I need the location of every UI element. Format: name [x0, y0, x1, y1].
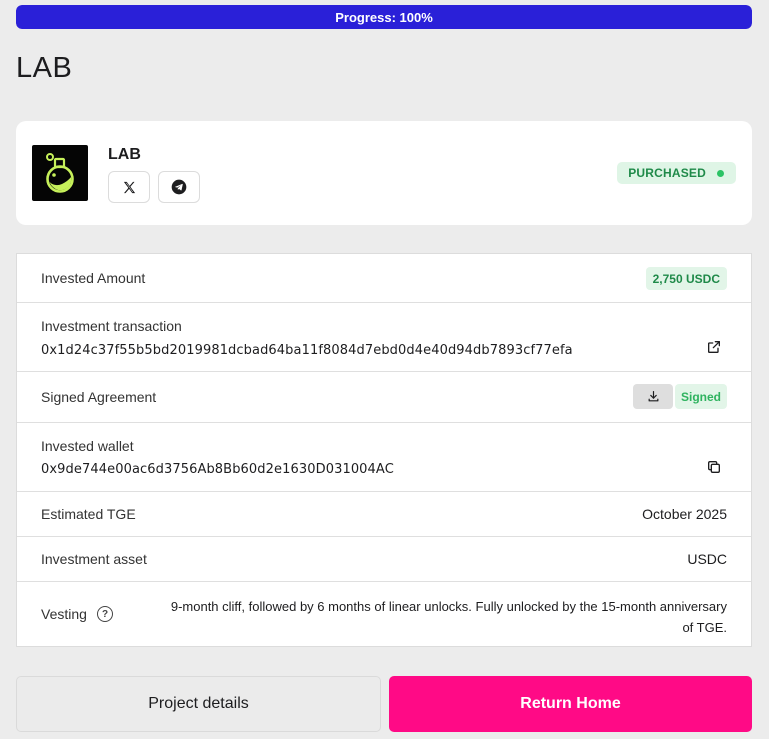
x-twitter-icon — [123, 181, 135, 193]
flask-logo-icon — [46, 153, 74, 193]
x-twitter-button[interactable] — [108, 171, 150, 203]
estimated-tge-value: October 2025 — [642, 506, 727, 522]
investment-asset-value: USDC — [687, 551, 727, 567]
signed-agreement-row: Signed Agreement Signed — [17, 372, 751, 423]
invested-amount-badge: 2,750 USDC — [645, 267, 727, 290]
progress-bar: Progress: 100% — [16, 5, 752, 29]
estimated-tge-row: Estimated TGE October 2025 — [17, 492, 751, 537]
download-agreement-button[interactable] — [633, 384, 673, 409]
progress-label: Progress: 100% — [335, 9, 433, 25]
status-badge-label: PURCHASED — [628, 166, 706, 180]
invested-amount-row: Invested Amount 2,750 USDC — [17, 254, 751, 303]
telegram-icon — [171, 179, 187, 195]
project-card: LAB PURCHASED — [16, 121, 752, 225]
vesting-description: 9-month cliff, followed by 6 months of l… — [170, 599, 727, 635]
status-badge: PURCHASED — [617, 162, 736, 184]
investment-transaction-label: Investment transaction — [41, 318, 182, 334]
investment-asset-label: Investment asset — [41, 551, 147, 567]
project-details-button[interactable]: Project details — [16, 676, 381, 732]
help-icon[interactable]: ? — [97, 606, 113, 622]
invested-wallet-label: Invested wallet — [41, 438, 134, 454]
invested-wallet-row: Invested wallet 0x9de744e00ac6d3756Ab8Bb… — [17, 423, 751, 492]
vesting-row: Vesting ? 9-month cliff, followed by 6 m… — [17, 582, 751, 646]
investment-asset-row: Investment asset USDC — [17, 537, 751, 582]
copy-icon[interactable] — [705, 458, 723, 476]
investment-transaction-row: Investment transaction 0x1d24c37f55b5bd2… — [17, 303, 751, 372]
return-home-button[interactable]: Return Home — [389, 676, 752, 732]
external-link-icon[interactable] — [705, 338, 723, 356]
vesting-label: Vesting — [41, 606, 87, 622]
investment-details-table: Invested Amount 2,750 USDC Investment tr… — [16, 253, 752, 647]
signed-badge: Signed — [674, 384, 727, 409]
invested-amount-label: Invested Amount — [41, 270, 146, 286]
estimated-tge-label: Estimated TGE — [41, 506, 136, 522]
page-title: LAB — [16, 52, 73, 84]
signed-agreement-label: Signed Agreement — [41, 389, 157, 405]
project-name: LAB — [108, 146, 141, 163]
download-icon — [648, 391, 658, 402]
project-logo — [32, 145, 88, 201]
invested-wallet-address: 0x9de744e00ac6d3756Ab8Bb60d2e1630D031004… — [41, 462, 394, 477]
telegram-button[interactable] — [158, 171, 200, 203]
investment-transaction-hash: 0x1d24c37f55b5bd2019981dcbad64ba11f8084d… — [41, 343, 573, 358]
status-dot — [717, 169, 724, 177]
